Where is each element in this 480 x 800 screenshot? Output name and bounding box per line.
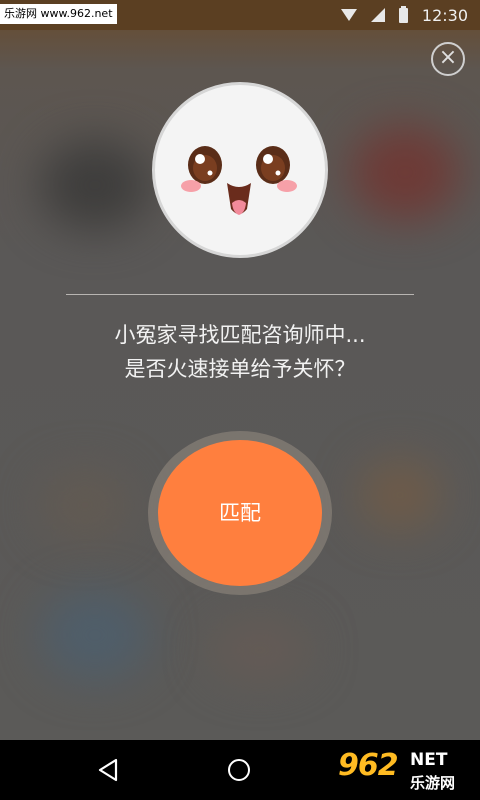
blurred-tile bbox=[40, 470, 130, 540]
status-bar: 乐游网 www.962.net 12:30 bbox=[0, 0, 480, 30]
logo-chinese: 乐游网 bbox=[410, 774, 456, 792]
home-icon[interactable] bbox=[228, 759, 250, 781]
battery-icon bbox=[398, 5, 408, 23]
watermark-label: 乐游网 www.962.net bbox=[0, 4, 117, 24]
status-time: 12:30 bbox=[421, 5, 468, 25]
logo-number: 962 bbox=[338, 748, 399, 783]
close-button[interactable]: × bbox=[431, 42, 465, 76]
message-line-2: 是否火速接单给予关怀？ bbox=[124, 357, 356, 381]
status-icons: 12:30 bbox=[340, 0, 468, 30]
logo-net: NET bbox=[410, 750, 448, 770]
blurred-tile bbox=[350, 125, 460, 220]
blurred-tile bbox=[210, 620, 310, 680]
divider bbox=[66, 294, 414, 295]
back-icon[interactable] bbox=[96, 757, 120, 783]
blurred-tile bbox=[360, 460, 440, 530]
blurred-tile bbox=[40, 590, 150, 680]
signal-icon bbox=[370, 8, 385, 22]
site-logo: 962 NET 乐游网 bbox=[338, 748, 472, 794]
message-line-1: 小冤家寻找匹配咨询师中... bbox=[114, 323, 366, 347]
match-button[interactable]: 匹配 bbox=[158, 440, 322, 586]
wifi-icon bbox=[340, 9, 357, 21]
cute-face-icon bbox=[181, 146, 297, 215]
avatar bbox=[152, 82, 328, 258]
match-message: 小冤家寻找匹配咨询师中... 是否火速接单给予关怀？ bbox=[40, 318, 440, 386]
blurred-tile bbox=[40, 140, 150, 230]
close-icon: × bbox=[438, 45, 458, 70]
